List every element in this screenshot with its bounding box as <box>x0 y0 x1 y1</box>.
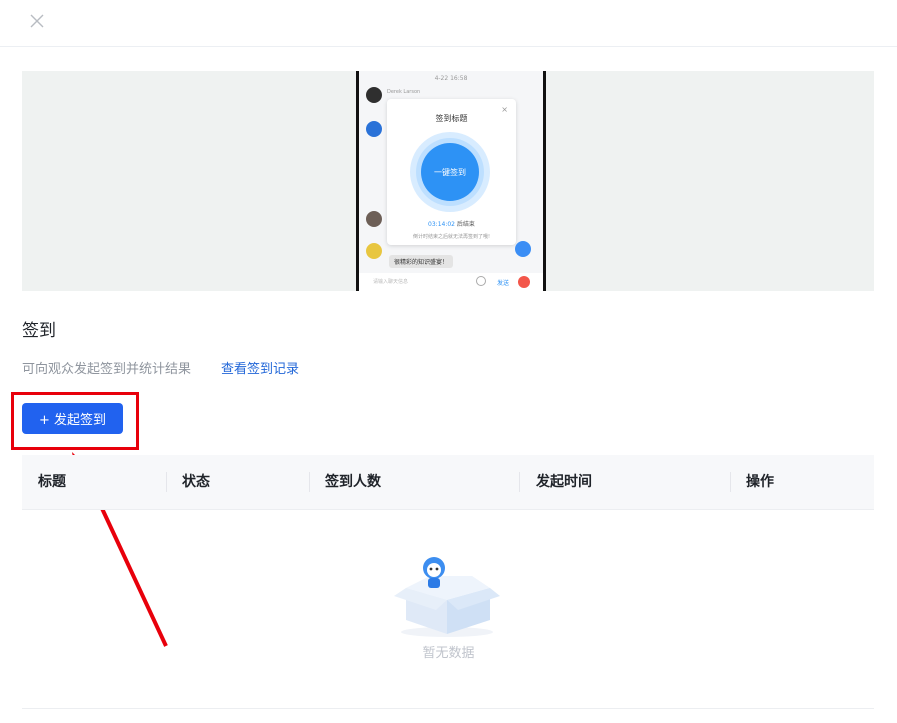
view-records-link[interactable]: 查看签到记录 <box>221 358 299 377</box>
countdown: 03:14:02 后结束 <box>387 219 516 228</box>
column-divider <box>519 472 520 492</box>
column-divider <box>730 472 731 492</box>
table-header: 标题 状态 签到人数 发起时间 操作 <box>22 455 874 509</box>
column-header-status: 状态 <box>182 474 210 490</box>
checkin-ring-inner: 一键签到 <box>416 138 484 206</box>
table-bottom-divider <box>22 708 874 709</box>
phone-mockup: 4-22 16:58 Derek Larson 签到标题 × 一键签到 03:1… <box>356 71 546 291</box>
send-label: 发送 <box>497 280 510 287</box>
close-button[interactable] <box>26 10 48 32</box>
one-click-checkin-button: 一键签到 <box>421 143 479 201</box>
section-description: 可向观众发起签到并统计结果 <box>22 362 192 377</box>
column-header-time: 发起时间 <box>536 474 592 490</box>
checkin-preview-image: 4-22 16:58 Derek Larson 签到标题 × 一键签到 03:1… <box>22 71 874 291</box>
avatar <box>366 87 382 103</box>
empty-box-illustration <box>394 557 500 637</box>
grid-icon <box>515 241 531 257</box>
avatar <box>366 121 382 137</box>
modal-title: 签到标题 <box>435 114 468 123</box>
column-header-count: 签到人数 <box>325 474 381 490</box>
column-header-title: 标题 <box>38 474 66 490</box>
countdown-time: 03:14:02 <box>428 221 455 228</box>
phone-time: 4-22 16:58 <box>434 75 468 82</box>
heart-icon <box>518 276 530 288</box>
table-divider <box>22 509 874 510</box>
modal-hint: 倒计时结束之后就无法再签到了哦! <box>412 234 490 240</box>
header-divider <box>0 46 897 47</box>
column-divider <box>166 472 167 492</box>
avatar <box>366 243 382 259</box>
checkin-ring: 一键签到 <box>410 132 490 212</box>
checkin-modal: 签到标题 × 一键签到 03:14:02 后结束 倒计时结束之后就无法再签到了哦… <box>387 99 516 245</box>
chat-username: Derek Larson <box>387 89 421 95</box>
annotation-highlight-box <box>11 392 139 450</box>
page-title: 签到 <box>22 321 56 341</box>
chat-input-placeholder: 请输入聊天信息 <box>373 279 409 285</box>
close-icon <box>30 14 44 28</box>
countdown-suffix: 后结束 <box>456 221 475 228</box>
chat-message: 很精彩的知识盛宴！ <box>389 255 454 268</box>
chat-input-bar: 请输入聊天信息 发送 <box>359 273 543 291</box>
column-divider <box>309 472 310 492</box>
empty-state-text: 暂无数据 <box>422 646 475 661</box>
avatar <box>366 211 382 227</box>
column-header-actions: 操作 <box>746 474 774 490</box>
modal-close-icon: × <box>501 105 508 114</box>
emoji-icon <box>476 276 486 286</box>
